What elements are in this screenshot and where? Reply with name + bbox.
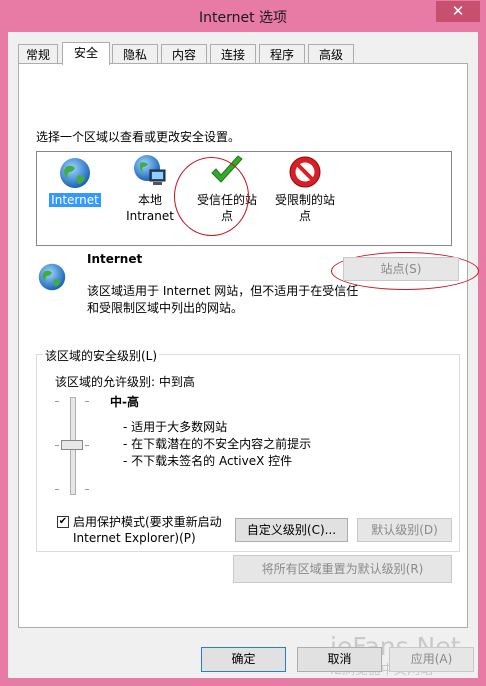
- level-bullet-1: - 适用于大多数网站: [123, 420, 228, 434]
- security-level-slider-thumb[interactable]: [61, 440, 83, 450]
- tab-content[interactable]: 内容: [161, 44, 207, 64]
- reset-all-zones-button[interactable]: 将所有区域重置为默认级别(R): [233, 555, 452, 583]
- cancel-button[interactable]: 取消: [297, 647, 382, 672]
- zone-intranet-label-2: Intranet: [126, 209, 174, 223]
- security-panel: 选择一个区域以查看或更改安全设置。 Internet 本地 Intranet 受…: [18, 63, 479, 628]
- zone-restricted-label-1: 受限制的站: [274, 193, 335, 207]
- zone-restricted-label-2: 点: [298, 209, 311, 223]
- protected-mode-checkbox[interactable]: ✔: [57, 516, 69, 528]
- current-zone-name: Internet: [87, 252, 143, 266]
- tab-privacy[interactable]: 隐私: [112, 44, 158, 64]
- zone-description-1: 该区域适用于 Internet 网站，但不适用于在受信任: [87, 284, 359, 298]
- annotation-circle-trusted: [174, 157, 249, 236]
- allowed-levels-label: 该区域的允许级别: 中到高: [55, 375, 195, 389]
- security-level-group: 该区域的安全级别(L) 该区域的允许级别: 中到高 中-高 - 适用于大多数网站…: [36, 347, 460, 552]
- default-level-button[interactable]: 默认级别(D): [357, 518, 452, 542]
- tab-advanced[interactable]: 高级: [308, 44, 354, 64]
- security-level-name: 中-高: [110, 395, 139, 409]
- ok-button[interactable]: 确定: [201, 647, 286, 672]
- tab-general[interactable]: 常规: [18, 44, 58, 64]
- select-zone-label: 选择一个区域以查看或更改安全设置。: [36, 130, 241, 144]
- close-button[interactable]: ✕: [436, 1, 480, 22]
- title-bar[interactable]: Internet 选项 ✕: [0, 0, 486, 32]
- dialog-client-area: 常规 安全 隐私 内容 连接 程序 高级 选择一个区域以查看或更改安全设置。 I…: [8, 32, 479, 678]
- zone-description-2: 和受限制区域中列出的网站。: [87, 301, 244, 315]
- window-title: Internet 选项: [198, 10, 288, 26]
- security-level-group-title: 该区域的安全级别(L): [43, 347, 160, 364]
- protected-mode-label-2: Internet Explorer)(P): [73, 531, 196, 545]
- globe-icon: [60, 158, 90, 188]
- protected-mode-label-1: 启用保护模式(要求重新启动: [73, 515, 222, 529]
- dialog-window: Internet 选项 ✕ 常规 安全 隐私 内容 连接 程序 高级 选择一个区…: [0, 0, 486, 686]
- no-entry-icon: [289, 156, 321, 188]
- tab-connections[interactable]: 连接: [210, 44, 256, 64]
- tab-security[interactable]: 安全: [62, 42, 110, 65]
- tab-programs[interactable]: 程序: [259, 44, 305, 64]
- check-icon: ✔: [58, 516, 68, 527]
- custom-level-button[interactable]: 自定义级别(C)...: [235, 518, 348, 542]
- apply-button[interactable]: 应用(A): [389, 647, 474, 672]
- level-bullet-2: - 在下载潜在的不安全内容之前提示: [123, 437, 312, 451]
- sites-button[interactable]: 站点(S): [343, 257, 459, 281]
- zone-internet-label: Internet: [49, 193, 101, 207]
- zone-globe-icon: [38, 263, 66, 291]
- intranet-globe-icon: [134, 155, 166, 185]
- close-icon: ✕: [451, 2, 465, 20]
- level-bullet-3: - 不下载未签名的 ActiveX 控件: [123, 454, 293, 468]
